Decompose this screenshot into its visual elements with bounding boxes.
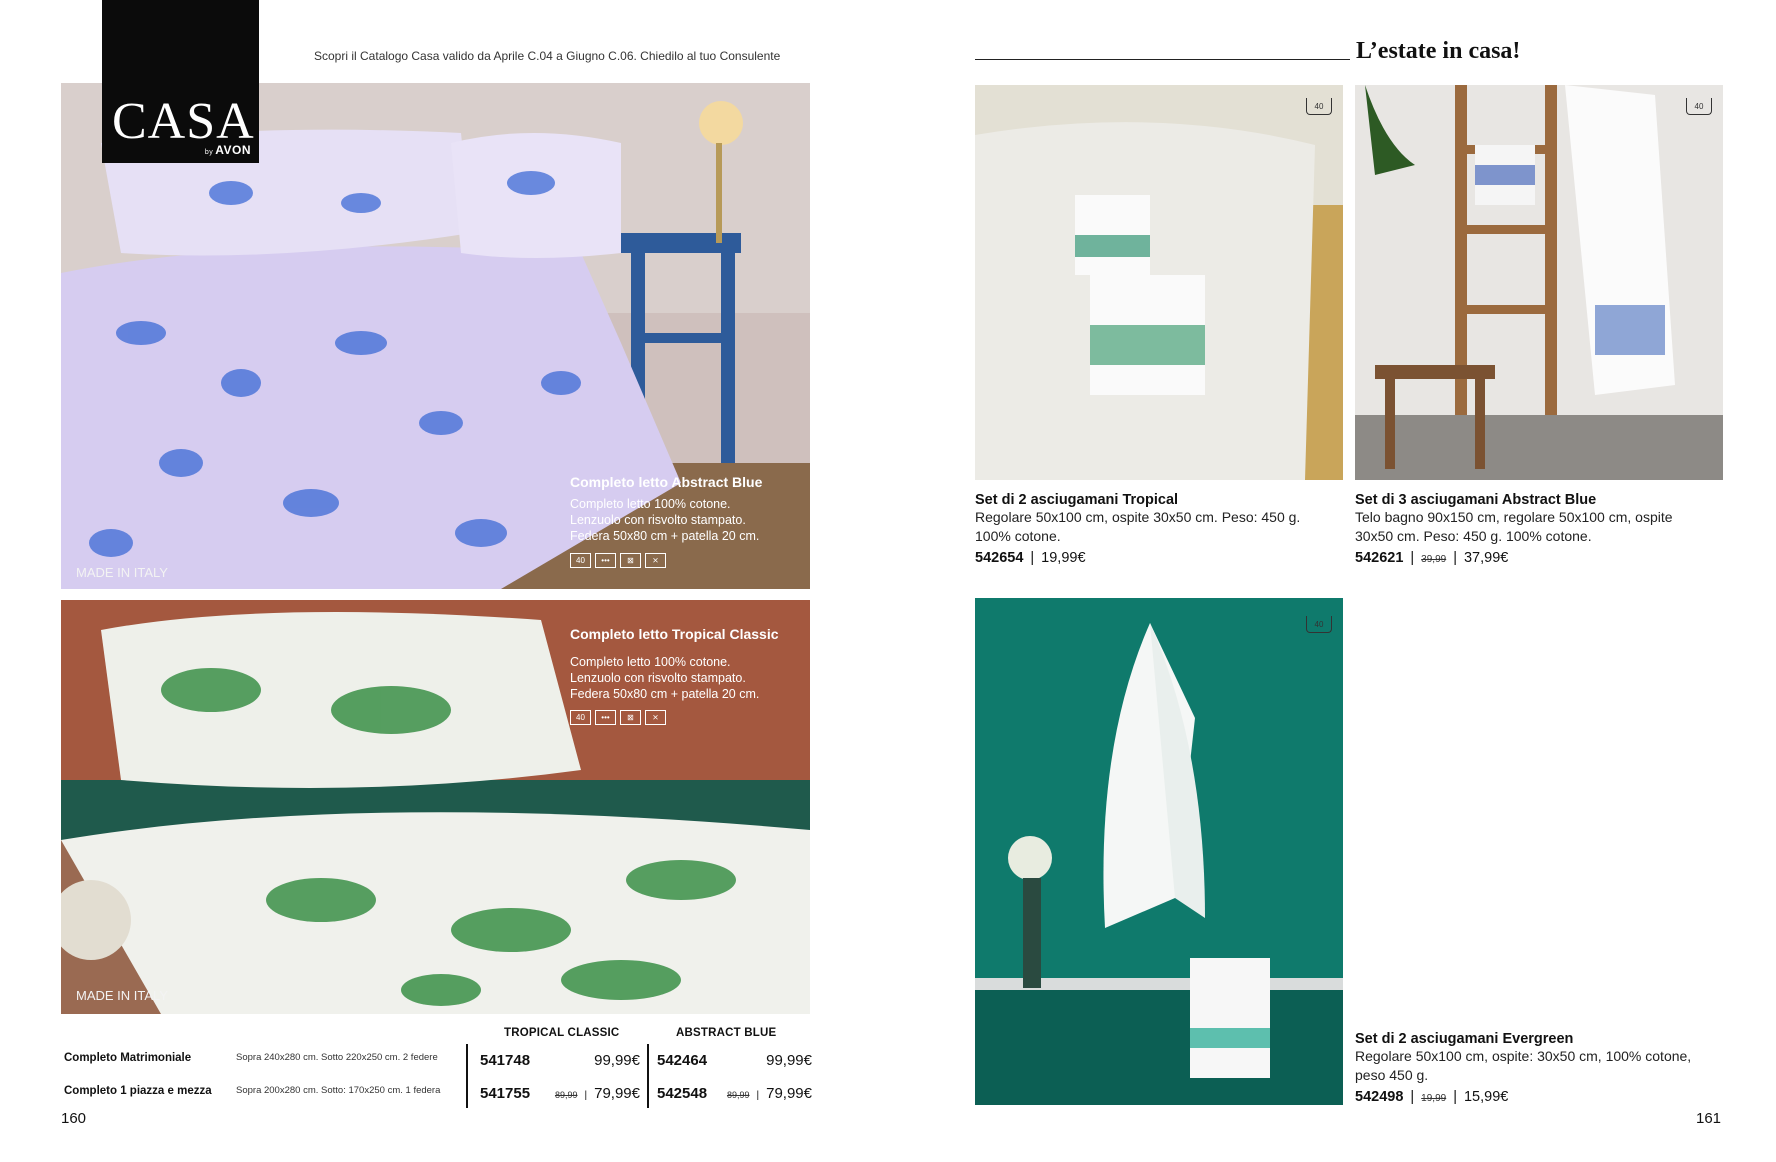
product-code-price: 542498 | 19,99 | 15,99€ — [1355, 1089, 1509, 1105]
price-cell: 99,99€ — [594, 1052, 640, 1069]
page-number-right: 161 — [1696, 1110, 1722, 1127]
title-rule — [975, 59, 1350, 60]
tropical-bed-desc: Completo letto 100% cotone. Lenzuolo con… — [570, 655, 760, 701]
row-dims: Sopra 200x280 cm. Sotto: 170x250 cm. 1 f… — [236, 1085, 441, 1096]
product-abstract-towels: Set di 3 asciugamani Abstract Blue Telo … — [1355, 492, 1735, 566]
price-cell: 89,99 | 79,99€ — [554, 1085, 640, 1102]
evergreen-towels-photo — [975, 598, 1343, 1105]
tropical-bed-title: Completo letto Tropical Classic — [570, 626, 779, 642]
made-in-italy-label: MADE IN ITALY — [76, 565, 168, 580]
product-tropical-towels: Set di 2 asciugamani Tropical Regolare 5… — [975, 492, 1345, 566]
code-cell: 542464 — [657, 1052, 708, 1069]
wash-40-icon: 40 — [1306, 616, 1332, 633]
product-title: Set di 2 asciugamani Tropical — [975, 492, 1179, 508]
product-code-price: 542654 | 19,99€ — [975, 550, 1086, 566]
table-header-tropical: TROPICAL CLASSIC — [504, 1027, 620, 1039]
page-title: L’estate in casa! — [1356, 38, 1521, 64]
product-evergreen-towels: Set di 2 asciugamani Evergreen Regolare … — [1355, 1031, 1735, 1105]
price-cell: 89,99 | 79,99€ — [726, 1085, 812, 1102]
product-desc: 100% cotone. — [975, 528, 1061, 544]
row-label: Completo Matrimoniale — [64, 1052, 192, 1064]
product-title: Set di 2 asciugamani Evergreen — [1355, 1031, 1574, 1047]
row-label: Completo 1 piazza e mezza — [64, 1085, 212, 1097]
abstract-bed-title: Completo letto Abstract Blue — [570, 474, 763, 490]
abstract-care-icons: 40 ••• ⊠ ⨯ — [570, 553, 666, 568]
no-bleach-icon: ⨯ — [645, 710, 666, 725]
tropical-care-icons: 40 ••• ⊠ ⨯ — [570, 710, 666, 725]
price-cell: 99,99€ — [766, 1052, 812, 1069]
no-tumble-dry-icon: ⊠ — [620, 710, 641, 725]
code-cell: 541748 — [480, 1052, 531, 1069]
catalog-note: Scopri il Catalogo Casa valido da Aprile… — [314, 49, 781, 63]
product-desc: Regolare 50x100 cm, ospite: 30x50 cm, 10… — [1355, 1048, 1692, 1064]
wash-40-icon: 40 — [570, 553, 591, 568]
made-in-italy-label: MADE IN ITALY — [76, 988, 168, 1003]
wash-40-icon: 40 — [1306, 98, 1332, 115]
product-desc: Regolare 50x100 cm, ospite 30x50 cm. Pes… — [975, 509, 1301, 525]
product-title: Set di 3 asciugamani Abstract Blue — [1355, 492, 1597, 508]
code-cell: 542548 — [657, 1085, 708, 1102]
iron-icon: ••• — [595, 710, 616, 725]
product-code-price: 542621 | 39,99 | 37,99€ — [1355, 550, 1509, 566]
table-divider — [466, 1044, 468, 1108]
product-desc: 30x50 cm. Peso: 450 g. 100% cotone. — [1355, 528, 1592, 544]
logo-text: CASA — [112, 93, 255, 150]
wash-40-icon: 40 — [570, 710, 591, 725]
casa-avon-logo: CASA by AVON — [102, 0, 259, 163]
code-cell: 541755 — [480, 1085, 531, 1102]
iron-icon: ••• — [595, 553, 616, 568]
page-number-left: 160 — [61, 1110, 87, 1127]
tropical-towels-photo — [975, 85, 1343, 480]
table-header-abstract: ABSTRACT BLUE — [676, 1027, 777, 1039]
table-divider — [647, 1044, 649, 1108]
wash-40-icon: 40 — [1686, 98, 1712, 115]
no-bleach-icon: ⨯ — [645, 553, 666, 568]
abstract-bed-desc: Completo letto 100% cotone. Lenzuolo con… — [570, 497, 760, 543]
logo-sub: by AVON — [204, 143, 251, 157]
product-desc: Telo bagno 90x150 cm, regolare 50x100 cm… — [1355, 509, 1673, 525]
product-desc: peso 450 g. — [1355, 1067, 1429, 1083]
no-tumble-dry-icon: ⊠ — [620, 553, 641, 568]
row-dims: Sopra 240x280 cm. Sotto 220x250 cm. 2 fe… — [236, 1052, 438, 1063]
abstract-blue-towels-photo — [1355, 85, 1723, 480]
